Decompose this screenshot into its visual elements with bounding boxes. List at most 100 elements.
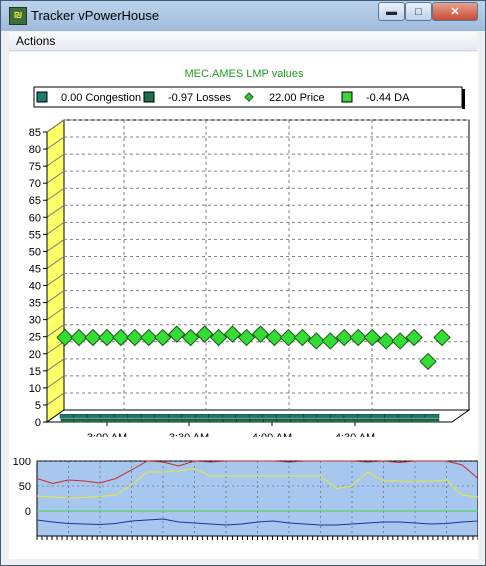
losses-bar [168, 419, 183, 423]
congestion-bar [235, 414, 250, 419]
chart-panel: MEC.AMES LMP values 0.00 Congestion -0.97… [9, 52, 478, 559]
losses-bar [304, 419, 318, 423]
app-icon[interactable]: ₪ [9, 7, 27, 25]
legend-label: 0.00 Congestion [61, 92, 141, 104]
menu-bar: Actions [9, 32, 477, 51]
losses-bar [398, 419, 413, 423]
y-tick-label: 40 [29, 281, 41, 293]
y-tick-label: 0 [35, 417, 41, 429]
y-tick-label: 50 [29, 246, 41, 258]
lmp-chart: MEC.AMES LMP values 0.00 Congestion -0.97… [29, 68, 471, 444]
y-tick-label: 10 [29, 383, 41, 395]
congestion-bar [167, 414, 183, 419]
congestion-bar [181, 414, 196, 419]
x-tick-label: 4:30 AM [335, 432, 375, 437]
legend-marker-square [36, 91, 48, 103]
maximize-button[interactable]: □ [405, 2, 432, 21]
mini-y-tick-label: 0 [25, 506, 31, 518]
y-tick-label: 65 [29, 195, 41, 207]
congestion-bar [86, 414, 102, 419]
legend-label: 22.00 Price [269, 92, 325, 104]
y-tick-label: 85 [29, 127, 41, 139]
losses-bar [195, 419, 210, 423]
congestion-bar [127, 414, 142, 419]
congestion-bar [221, 414, 237, 419]
congestion-bar [411, 414, 426, 419]
congestion-bar [343, 414, 359, 419]
losses-bar [236, 419, 250, 423]
legend-marker-square [143, 91, 155, 103]
congestion-bar [59, 414, 75, 419]
title-bar[interactable]: ₪ Tracker vPowerHouse ▬ □ ✕ [1, 1, 485, 31]
y-tick-label: 15 [29, 366, 41, 378]
y-tick-label: 35 [29, 298, 41, 310]
losses-bar [250, 419, 264, 423]
y-tick-label: 70 [29, 178, 41, 190]
y-tick-label: 55 [29, 229, 41, 241]
losses-bar [317, 419, 332, 423]
x-tick-label: 4:00 AM [252, 432, 292, 437]
mini-chart: 0 50 100 [13, 458, 478, 540]
x-tick-label: 3:30 AM [169, 432, 209, 437]
losses-bar [141, 419, 156, 423]
menu-actions[interactable]: Actions [16, 34, 55, 48]
legend-label: -0.44 DA [366, 92, 410, 104]
congestion-bar [303, 414, 318, 419]
losses-bar [263, 419, 278, 423]
losses-bar [371, 419, 386, 423]
losses-bar [128, 419, 142, 423]
legend-marker-square [341, 91, 353, 103]
losses-bar [358, 419, 372, 423]
losses-bar [209, 419, 223, 423]
chart-legend: 0.00 Congestion -0.97 Losses 22.00 Price -0… [33, 86, 465, 109]
losses-bar [412, 419, 426, 423]
mini-y-tick-label: 50 [19, 481, 31, 493]
x-tick-label: 3:00 AM [87, 432, 127, 437]
losses-bar [222, 419, 237, 423]
close-button[interactable]: ✕ [432, 2, 478, 21]
close-icon: ✕ [450, 6, 460, 18]
congestion-bar [194, 414, 210, 419]
mini-plot-area: 0 50 100 [13, 458, 478, 540]
losses-bar [101, 419, 115, 423]
main-plot-area: 0 5 10 15 20 25 30 35 40 45 50 55 60 65 70 75 80 85 3:00 A… [29, 119, 471, 444]
y-tick-label: 60 [29, 212, 41, 224]
congestion-bar [276, 414, 291, 419]
congestion-bar [357, 414, 372, 419]
losses-bar [155, 419, 169, 423]
losses-bar [344, 419, 359, 423]
congestion-bar [397, 414, 413, 419]
minimize-button[interactable]: ▬ [378, 2, 405, 21]
congestion-bar [262, 414, 278, 419]
losses-bar [87, 419, 102, 423]
mini-y-tick-label: 100 [13, 458, 31, 468]
congestion-bar [113, 414, 129, 419]
chart-back-wall [63, 119, 470, 411]
congestion-bar [370, 414, 386, 419]
losses-bar [290, 419, 305, 423]
y-tick-label: 20 [29, 349, 41, 361]
congestion-bar [384, 414, 399, 419]
window-title: Tracker vPowerHouse [31, 8, 160, 23]
congestion-bar [154, 414, 169, 419]
maximize-icon: □ [415, 6, 422, 18]
y-tick-label: 45 [29, 263, 41, 275]
legend-label: -0.97 Losses [168, 92, 231, 104]
losses-bar [74, 419, 88, 423]
losses-bar [60, 419, 75, 423]
congestion-bar [73, 414, 88, 419]
losses-bar [385, 419, 399, 423]
losses-bar [182, 419, 196, 423]
congestion-bar [316, 414, 332, 419]
congestion-bar [249, 414, 264, 419]
losses-bar [277, 419, 291, 423]
legend-box-shadow [462, 89, 465, 109]
congestion-bar [100, 414, 115, 419]
losses-bar [331, 419, 345, 423]
y-tick-label: 30 [29, 315, 41, 327]
y-tick-label: 80 [29, 144, 41, 156]
chart-title: MEC.AMES LMP values [184, 68, 304, 80]
main-window: ₪ Tracker vPowerHouse ▬ □ ✕ Actions MEC.… [0, 0, 486, 566]
chart-left-wall [46, 119, 65, 423]
congestion-bar [140, 414, 156, 419]
